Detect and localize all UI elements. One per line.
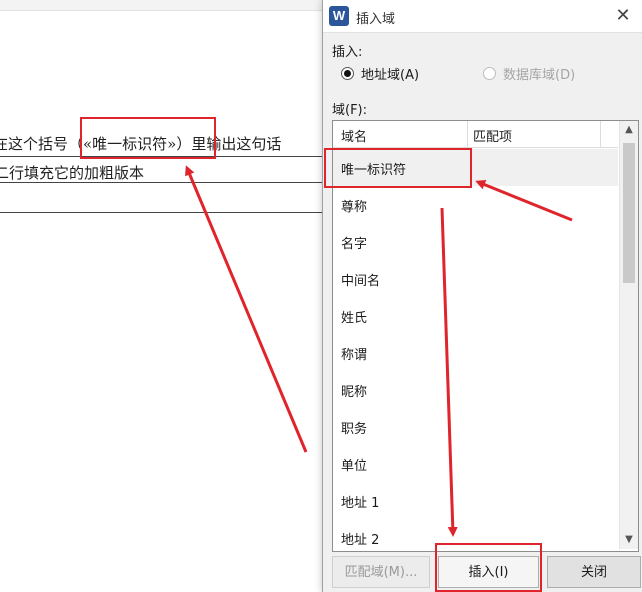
table-rule [0,182,330,183]
table-rule [0,212,330,213]
document-line-2[interactable]: 二行填充它的加粗版本 [0,162,144,183]
list-item-label: 昵称 [341,385,368,400]
list-item-label: 称谓 [341,348,368,363]
scroll-down-icon[interactable]: ▼ [620,531,638,549]
close-icon[interactable]: ✕ [611,4,635,28]
match-fields-button[interactable]: 匹配域(M)... [332,556,430,588]
list-item[interactable]: 称谓 [333,334,618,371]
list-item[interactable]: 职务 [333,408,618,445]
dialog-title-bar[interactable]: W 插入域 ✕ [323,0,642,33]
document-toolbar-edge [0,0,326,11]
radio-selected-icon[interactable] [341,66,354,80]
fields-label: 域(F): [332,103,368,118]
radio-unselected-icon[interactable] [483,66,496,80]
insert-section-label: 插入: [332,45,363,60]
insert-field-dialog: W 插入域 ✕ 插入: 地址域(A) 数据库域(D) 域(F): 域名 匹配项 … [322,0,642,592]
list-item-unique-id[interactable]: 唯一标识符 [333,149,618,186]
table-rule [0,156,330,157]
column-header-field-name[interactable]: 域名 [341,126,367,145]
dialog-title: 插入域 [356,12,396,27]
list-item-label: 单位 [341,459,368,474]
list-item-label: 地址 1 [341,496,380,511]
radio-address-label: 地址域(A) [361,67,420,83]
list-item[interactable]: 地址 1 [333,482,618,519]
field-list-scrollbar[interactable]: ▲ ▼ [619,121,638,549]
insert-button[interactable]: 插入(I) [438,556,539,588]
list-item-label: 唯一标识符 [341,163,407,178]
radio-database-fields[interactable]: 数据库域(D) [483,64,576,83]
list-item[interactable]: 尊称 [333,186,618,223]
scroll-up-icon[interactable]: ▲ [620,121,638,139]
column-header-match[interactable]: 匹配项 [473,126,512,145]
radio-address-fields[interactable]: 地址域(A) [341,64,420,83]
word-app-icon: W [329,6,349,26]
list-item-label: 职务 [341,422,368,437]
list-item-label: 地址 2 [341,533,380,548]
document-area[interactable]: 在这个括号（«唯一标识符»）里输出这句话 二行填充它的加粗版本 [0,0,330,592]
close-button[interactable]: 关闭 [547,556,641,588]
list-item[interactable]: 昵称 [333,371,618,408]
list-item[interactable]: 姓氏 [333,297,618,334]
list-item[interactable]: 地址 2 [333,519,618,551]
list-item-label: 尊称 [341,200,368,215]
list-item[interactable]: 中间名 [333,260,618,297]
list-item[interactable]: 名字 [333,223,618,260]
document-line-1[interactable]: 在这个括号（«唯一标识符»）里输出这句话 [0,133,281,154]
radio-database-label: 数据库域(D) [503,67,576,83]
column-divider [600,121,601,147]
column-divider [467,121,468,147]
list-item-label: 名字 [341,237,368,252]
field-list-header: 域名 匹配项 [333,121,618,148]
list-item[interactable]: 单位 [333,445,618,482]
scroll-thumb[interactable] [623,143,635,283]
field-list[interactable]: 域名 匹配项 唯一标识符 尊称 名字 中间名 姓氏 称谓 昵称 职务 单位 地址… [332,120,639,552]
list-item-label: 姓氏 [341,311,368,326]
list-item-label: 中间名 [341,274,381,289]
